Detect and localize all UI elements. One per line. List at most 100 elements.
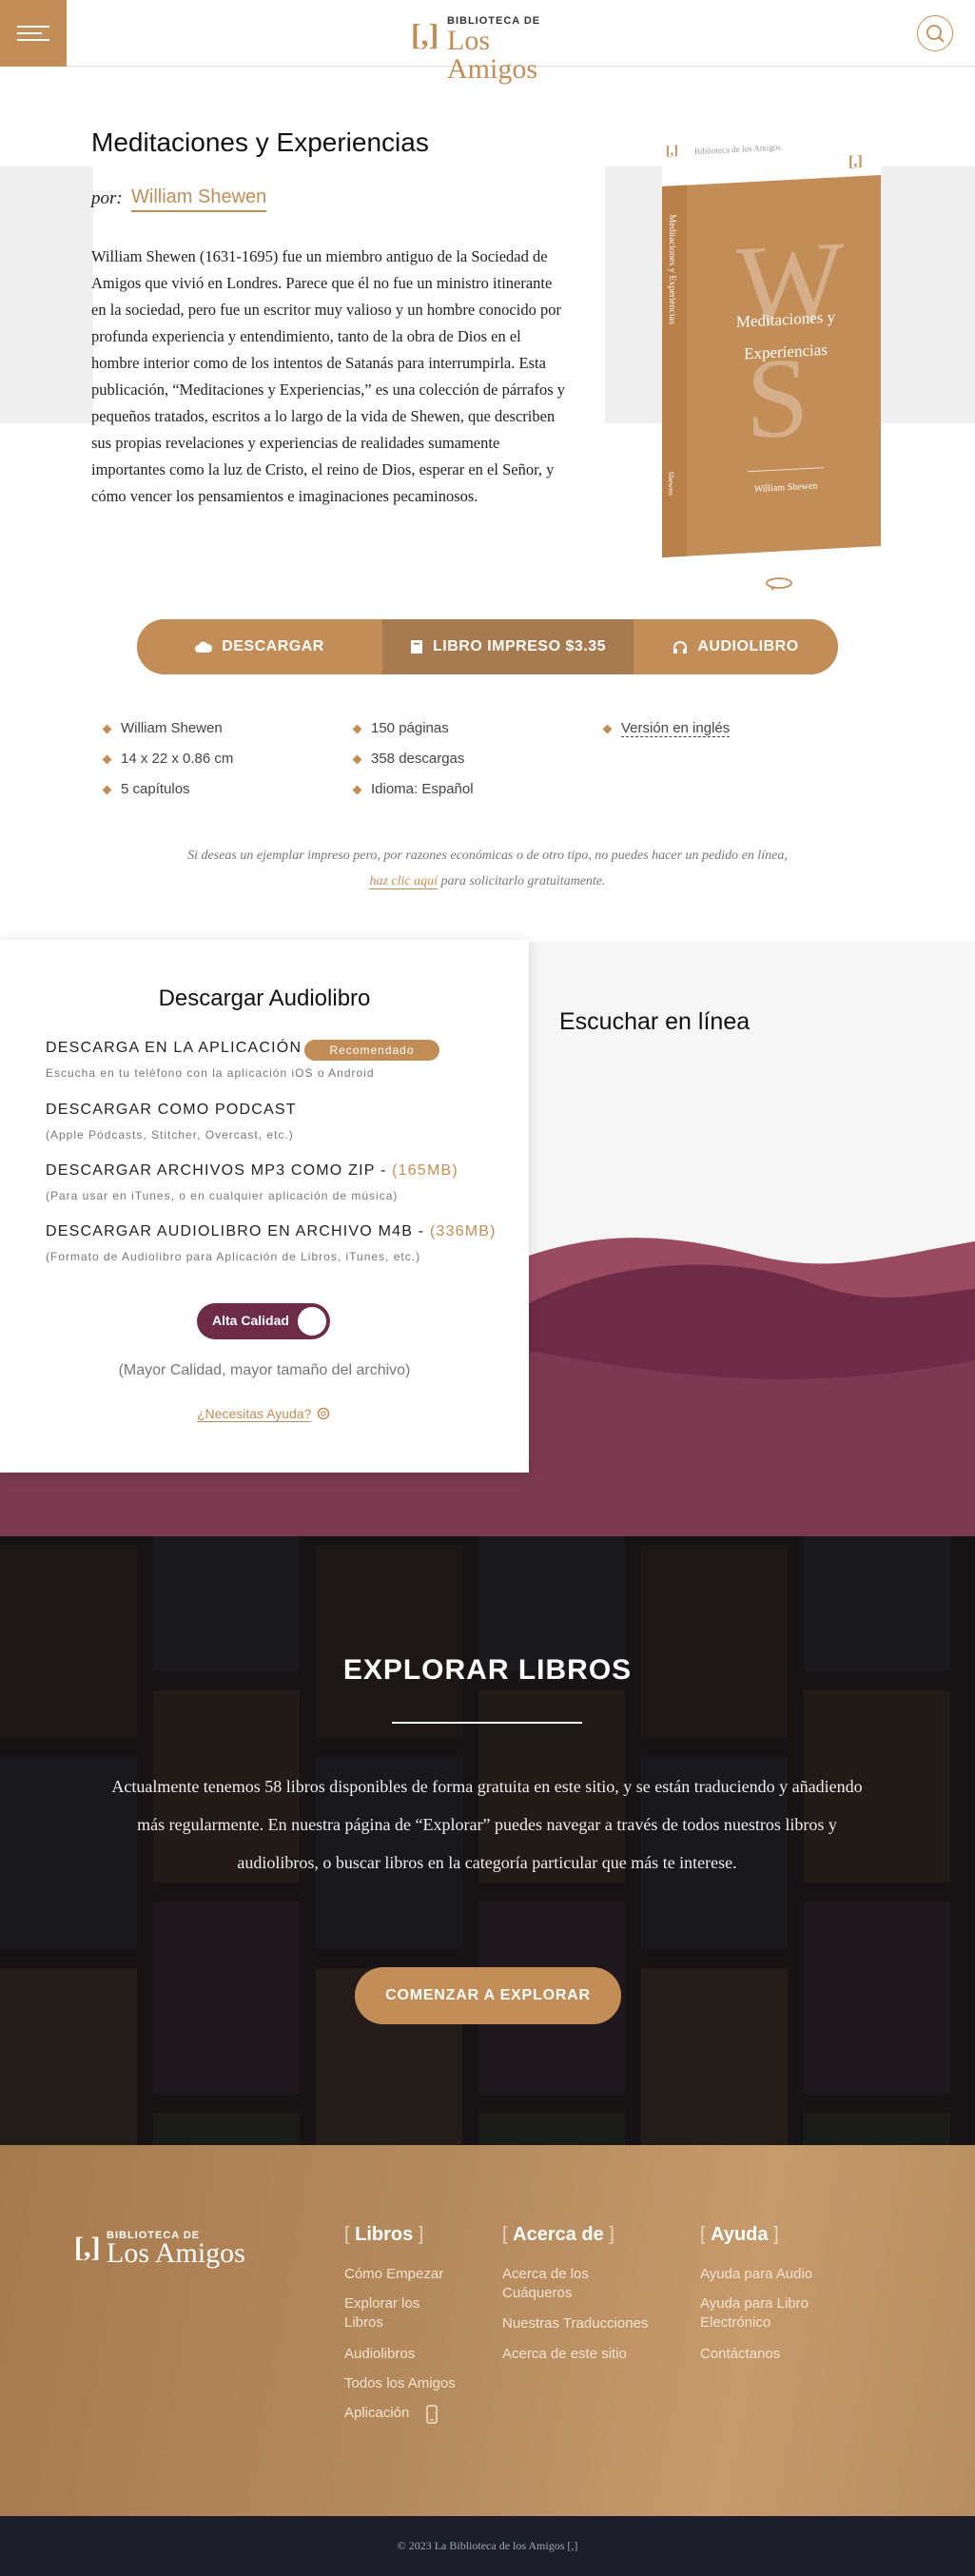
- download-label: DESCARGAR: [222, 638, 324, 654]
- spine-title: Meditaciones y Experiencias: [667, 214, 677, 325]
- download-audiobook-card: Descargar Audiolibro DESCARGA EN LA APLI…: [0, 940, 529, 1473]
- book-cover: Meditaciones y Experiencias Shewen W S M…: [662, 174, 881, 558]
- option-size: (165MB): [392, 1162, 458, 1179]
- book-description: William Shewen (1631-1695) fue un miembr…: [91, 247, 565, 505]
- footer-link-quakers[interactable]: Acerca de los Cuáqueros: [502, 2265, 635, 2303]
- mp3-zip-option[interactable]: DESCARGAR ARCHIVOS MP3 COMO ZIP - (165MB…: [46, 1162, 458, 1180]
- book-title: Meditaciones y Experiencias: [91, 127, 429, 157]
- search-icon: [926, 25, 945, 43]
- author-link[interactable]: William Shewen: [131, 186, 267, 212]
- footer-link-start[interactable]: Cómo Empezar: [344, 2265, 443, 2284]
- site-footer: [,] BIBLIOTECA DE Los Amigos [ Libros ] …: [0, 2145, 975, 2516]
- book-icon: [411, 640, 422, 654]
- m4b-sub: (Formato de Audiolibro para Aplicación d…: [46, 1250, 421, 1263]
- footer-link-audiobooks[interactable]: Audiolibros: [344, 2345, 415, 2364]
- search-button[interactable]: [917, 15, 953, 51]
- footer-heading-text: Acerca de: [513, 2224, 604, 2245]
- recommended-badge: Recomendado: [304, 1040, 439, 1061]
- hamburger-icon: [17, 26, 49, 28]
- spine-author: Shewen: [667, 471, 675, 497]
- app-download-option[interactable]: DESCARGA EN LA APLICACIÓN: [46, 1040, 302, 1057]
- action-button-bar: DESCARGAR LIBRO IMPRESO $3.35 AUDIOLIBRO: [137, 619, 838, 674]
- listen-online-panel: Escuchar en línea: [529, 942, 975, 1536]
- app-download-sub: Escucha en tu teléfono con la aplicación…: [46, 1066, 375, 1080]
- download-button[interactable]: DESCARGAR: [137, 619, 382, 674]
- cover-divider: [748, 467, 824, 473]
- note-text-before: Si deseas un ejemplar impreso pero, por …: [187, 849, 788, 863]
- footer-logo-bracket: [,]: [74, 2232, 101, 2263]
- cover-logo-bracket: [,]: [666, 144, 678, 159]
- print-book-label: LIBRO IMPRESO $3.35: [433, 638, 606, 654]
- toggle-knob: [298, 1307, 326, 1336]
- download-audiobook-heading: Descargar Audiolibro: [158, 986, 371, 1011]
- print-book-button[interactable]: LIBRO IMPRESO $3.35: [382, 619, 634, 674]
- podcast-option[interactable]: DESCARGAR COMO PODCAST: [46, 1102, 297, 1119]
- copyright: © 2023 La Biblioteca de los Amigos [,]: [0, 2516, 975, 2576]
- cover-title: Meditaciones y Experiencias: [691, 299, 881, 373]
- meta-author: William Shewen: [121, 720, 223, 736]
- footer-link-all-friends[interactable]: Todos los Amigos: [344, 2374, 456, 2393]
- explore-divider: [392, 1722, 582, 1724]
- footer-link-about-site[interactable]: Acerca de este sitio: [502, 2345, 627, 2364]
- footer-heading-about: [ Acerca de ]: [502, 2224, 614, 2245]
- option-label: DESCARGA EN LA APLICACIÓN: [46, 1040, 302, 1056]
- cover-logo-bracket-2: [,]: [848, 152, 863, 170]
- start-exploring-button[interactable]: COMENZAR A EXPLORAR: [355, 1967, 621, 2024]
- meta-pages: 150 páginas: [371, 720, 449, 736]
- explore-text: Actualmente tenemos 58 libros disponible…: [111, 1777, 863, 1872]
- quality-note: (Mayor Calidad, mayor tamaño del archivo…: [118, 1362, 411, 1378]
- headphones-icon: [673, 641, 688, 654]
- footer-link-ebook-help[interactable]: Ayuda para Libro Electrónico: [700, 2294, 843, 2332]
- explore-title: EXPLORAR LIBROS: [342, 1654, 633, 1686]
- cover-publisher: Biblioteca de los Amigos: [694, 142, 781, 157]
- site-header: [,] BIBLIOTECA DE Los Amigos: [0, 0, 975, 84]
- print-request-note: Si deseas un ejemplar impreso pero, por …: [143, 843, 832, 894]
- footer-heading-text: Libros: [355, 2224, 414, 2245]
- rotate-book-icon[interactable]: [765, 575, 793, 592]
- hero-bg-left: [0, 166, 93, 423]
- note-text-after: para solicitarlo gratuitamente.: [440, 874, 606, 888]
- cloud-icon: [195, 641, 213, 653]
- podcast-sub: (Apple Pódcasts, Stitcher, Overcast, etc…: [46, 1128, 294, 1142]
- english-version-link[interactable]: Versión en inglés: [621, 720, 731, 737]
- lifebuoy-icon: [317, 1407, 330, 1420]
- option-label: DESCARGAR ARCHIVOS MP3 COMO ZIP -: [46, 1162, 393, 1179]
- footer-logo[interactable]: [,] BIBLIOTECA DE Los Amigos: [74, 2226, 264, 2268]
- help-link[interactable]: ¿Necesitas Ayuda?: [197, 1406, 312, 1422]
- hamburger-icon-bar: [17, 32, 42, 34]
- footer-link-contact[interactable]: Contáctanos: [700, 2345, 780, 2364]
- footer-link-audio-help[interactable]: Ayuda para Audio: [700, 2265, 812, 2284]
- m4b-option[interactable]: DESCARGAR AUDIOLIBRO EN ARCHIVO M4B - (3…: [46, 1223, 497, 1240]
- request-link[interactable]: haz clic aquí: [369, 874, 438, 889]
- hamburger-icon-bar: [17, 39, 49, 41]
- quality-toggle[interactable]: Alta Calidad: [197, 1303, 330, 1339]
- audiobook-label: AUDIOLIBRO: [697, 638, 799, 654]
- meta-downloads: 358 descargas: [371, 751, 465, 767]
- footer-link-explore[interactable]: Explorar los Libros: [344, 2294, 458, 2332]
- mp3-zip-sub: (Para usar en iTunes, o en cualquier apl…: [46, 1189, 399, 1202]
- option-label: DESCARGAR AUDIOLIBRO EN ARCHIVO M4B -: [46, 1223, 430, 1239]
- meta-chapters: 5 capítulos: [121, 781, 190, 797]
- footer-heading-text: Ayuda: [711, 2224, 769, 2245]
- menu-button[interactable]: [0, 0, 67, 67]
- logo-big-text: Los Amigos: [447, 25, 538, 85]
- audiobook-button[interactable]: AUDIOLIBRO: [634, 619, 838, 674]
- meta-language: Idioma: Español: [371, 781, 474, 797]
- logo-bracket: [,]: [411, 17, 439, 51]
- explore-section: EXPLORAR LIBROS Actualmente tenemos 58 l…: [0, 1536, 975, 2145]
- toggle-label: Alta Calidad: [212, 1313, 289, 1328]
- wave-decoration: [529, 1238, 975, 1536]
- footer-heading-help: [ Ayuda ]: [700, 2224, 779, 2245]
- cover-author: William Shewen: [753, 480, 818, 495]
- site-logo[interactable]: [,] BIBLIOTECA DE Los Amigos: [411, 13, 565, 84]
- option-size: (336MB): [429, 1223, 497, 1239]
- phone-icon: [426, 2405, 438, 2424]
- footer-heading-books: [ Libros ]: [344, 2224, 424, 2245]
- footer-logo-big: Los Amigos: [107, 2237, 245, 2269]
- footer-link-app[interactable]: Aplicación: [344, 2404, 409, 2423]
- by-label: por:: [91, 188, 123, 208]
- option-label: DESCARGAR COMO PODCAST: [46, 1102, 297, 1118]
- meta-dimensions: 14 x 22 x 0.86 cm: [121, 751, 234, 767]
- book-spine: Meditaciones y Experiencias Shewen: [662, 185, 687, 558]
- footer-link-translations[interactable]: Nuestras Traducciones: [502, 2314, 648, 2333]
